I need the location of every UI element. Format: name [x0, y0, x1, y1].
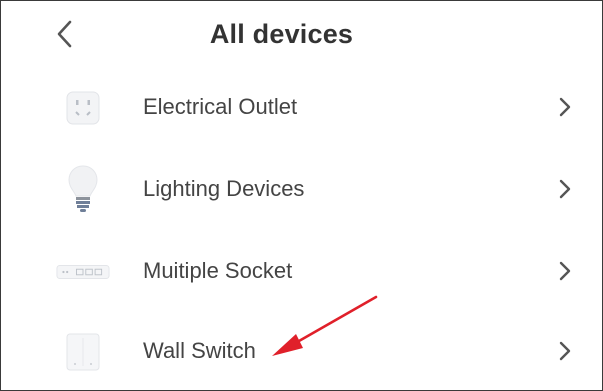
power-strip-icon: [56, 245, 110, 299]
device-item-lighting-devices[interactable]: Lighting Devices: [1, 151, 602, 231]
device-label: Lighting Devices: [143, 176, 305, 201]
device-list-screen: All devices Electrical Outlet Lighting D…: [0, 0, 603, 391]
device-item-multiple-socket[interactable]: Muitiple Socket: [1, 233, 602, 313]
chevron-right-icon: [559, 179, 571, 199]
page-title: All devices: [209, 19, 354, 49]
chevron-right-icon: [559, 341, 571, 361]
device-label: Wall Switch: [143, 338, 256, 363]
chevron-right-icon: [559, 97, 571, 117]
device-item-electrical-outlet[interactable]: Electrical Outlet: [1, 69, 602, 149]
device-item-wall-switch[interactable]: Wall Switch: [1, 313, 602, 390]
device-label: Muitiple Socket: [143, 258, 293, 283]
header: All devices: [1, 1, 602, 69]
chevron-right-icon: [559, 261, 571, 281]
device-label: Electrical Outlet: [143, 94, 298, 119]
outlet-icon: [56, 81, 110, 135]
bulb-icon: [56, 163, 110, 217]
wall-switch-icon: [56, 325, 110, 379]
